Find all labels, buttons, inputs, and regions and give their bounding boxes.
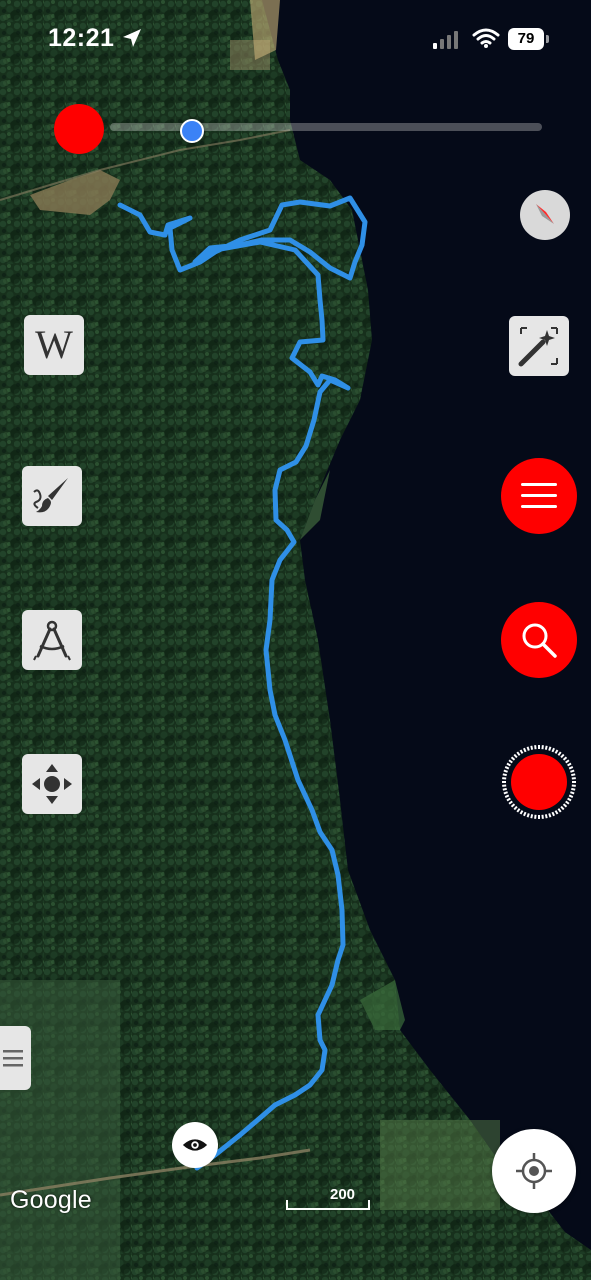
side-drawer-handle[interactable] [0,1026,31,1090]
wifi-icon [472,28,500,48]
timeline-slider-thumb[interactable] [180,119,205,143]
hamburger-menu-icon [521,483,557,508]
wikipedia-button[interactable]: W [24,315,84,375]
magic-wand-button[interactable] [509,316,569,376]
move-button[interactable] [22,754,82,814]
crosshair-location-icon [516,1153,552,1189]
north-compass[interactable] [520,190,570,240]
record-dot-icon [511,754,567,810]
compass-drafting-icon [33,620,71,661]
clock: 12:21 [48,24,115,52]
google-attribution: Google [10,1186,92,1214]
location-arrow-icon [123,29,141,47]
cellular-signal-icon [433,31,458,49]
status-bar: 12:21 79 [0,0,591,80]
wikipedia-icon: W [35,322,73,367]
compass-needle-icon [536,204,554,224]
draw-button[interactable] [22,466,82,526]
eye-icon [182,1139,208,1151]
record-button[interactable] [501,742,577,822]
search-icon [522,623,557,658]
recording-indicator[interactable] [54,104,104,154]
battery-icon: 79 [508,28,550,50]
battery-level: 79 [508,28,544,50]
move-arrows-icon [32,764,72,804]
magic-wand-icon [518,327,558,367]
scale-bar [286,1200,370,1210]
paintbrush-icon [33,478,68,513]
drawer-menu-icon [2,1050,23,1067]
menu-button[interactable] [501,458,577,534]
map-scale: 200 [286,1186,372,1214]
track-start-marker[interactable] [172,1122,218,1168]
timeline-slider-track[interactable] [110,123,542,131]
search-button[interactable] [501,602,577,678]
measure-button[interactable] [22,610,82,670]
locate-me-button[interactable] [492,1129,576,1213]
